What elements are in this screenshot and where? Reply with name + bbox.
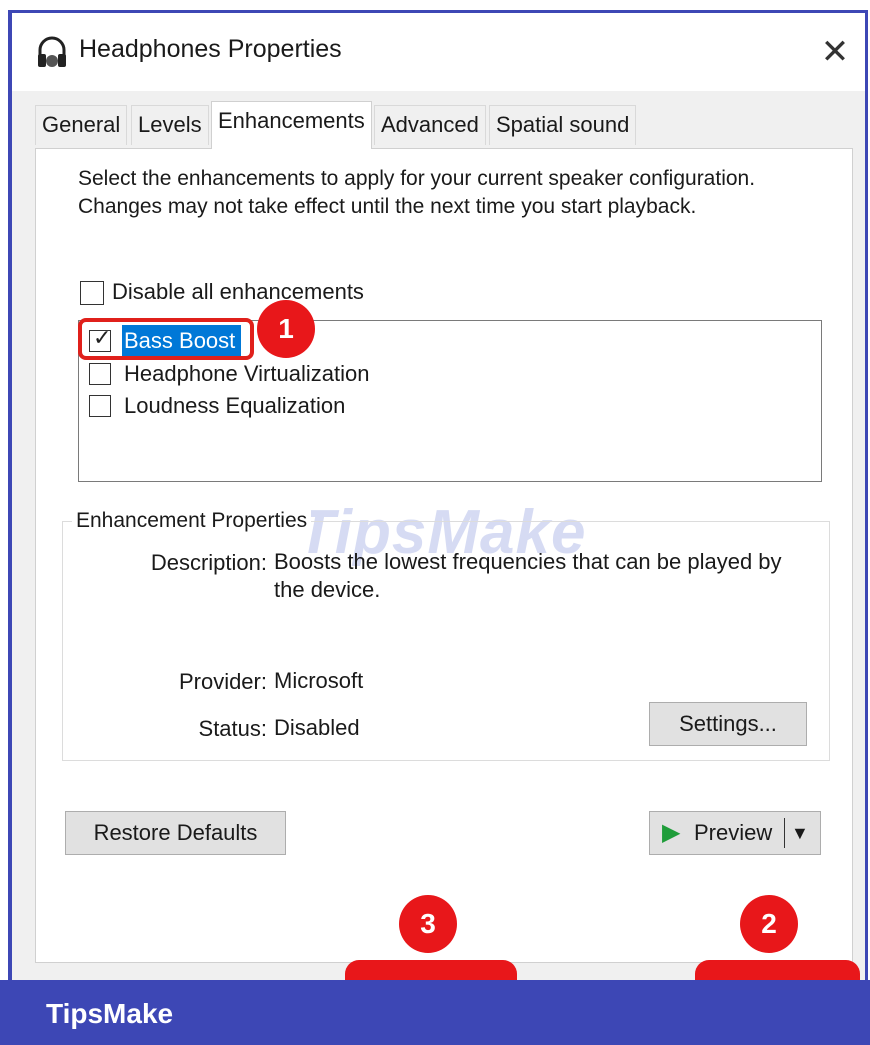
- step3-badge: 3: [399, 895, 457, 953]
- preview-split-button[interactable]: ▶ Preview ▼: [649, 811, 821, 855]
- ok-button-highlight: [345, 960, 517, 980]
- status-label: Status:: [198, 716, 267, 741]
- tab-general[interactable]: General: [35, 105, 128, 145]
- settings-button[interactable]: Settings...: [649, 702, 807, 746]
- description-value: Boosts the lowest frequencies that can b…: [274, 549, 782, 602]
- play-icon: ▶: [662, 819, 681, 846]
- tab-spatial-sound[interactable]: Spatial sound: [489, 105, 637, 145]
- step1-badge: 1: [257, 300, 315, 358]
- loudness-equalization-checkbox[interactable]: [89, 395, 111, 417]
- tab-strip: General Levels Enhancements Advanced Spa…: [12, 101, 865, 149]
- intro-text: Select the enhancements to apply for you…: [78, 167, 756, 218]
- close-button[interactable]: ✕: [812, 31, 858, 75]
- close-icon: ✕: [820, 33, 850, 71]
- step2-badge: 2: [740, 895, 798, 953]
- headphones-icon: [38, 36, 66, 67]
- apply-button-highlight: [695, 960, 860, 980]
- disable-all-text: Disable all enhancements: [112, 279, 364, 304]
- tab-enhancements[interactable]: Enhancements: [211, 101, 372, 149]
- window-title: Headphones Properties: [79, 35, 342, 63]
- status-value: Disabled: [274, 715, 360, 740]
- list-item-loudness-equalization[interactable]: Loudness Equalization: [124, 393, 345, 419]
- step1-highlight-box: [78, 318, 254, 360]
- description-label: Description:: [150, 550, 267, 575]
- preview-label: Preview: [694, 820, 773, 845]
- dropdown-arrow-icon[interactable]: ▼: [791, 812, 809, 854]
- title-bar: Headphones Properties ✕: [12, 13, 865, 91]
- headphone-virtualization-checkbox[interactable]: [89, 363, 111, 385]
- group-title: Enhancement Properties: [72, 509, 312, 533]
- provider-value: Microsoft: [274, 668, 364, 693]
- tab-levels[interactable]: Levels: [131, 105, 209, 145]
- list-item-headphone-virtualization[interactable]: Headphone Virtualization: [124, 361, 369, 387]
- tab-advanced[interactable]: Advanced: [374, 105, 486, 145]
- disable-all-checkbox[interactable]: [80, 281, 104, 305]
- restore-defaults-button[interactable]: Restore Defaults: [65, 811, 286, 855]
- brand-logo: TipsMake: [46, 998, 174, 1029]
- properties-window: Headphones Properties ✕ General Levels E…: [12, 13, 865, 1033]
- disable-all-label: Disable all enhancements: [112, 279, 364, 305]
- provider-label: Provider:: [178, 669, 267, 694]
- split-divider: [784, 818, 785, 848]
